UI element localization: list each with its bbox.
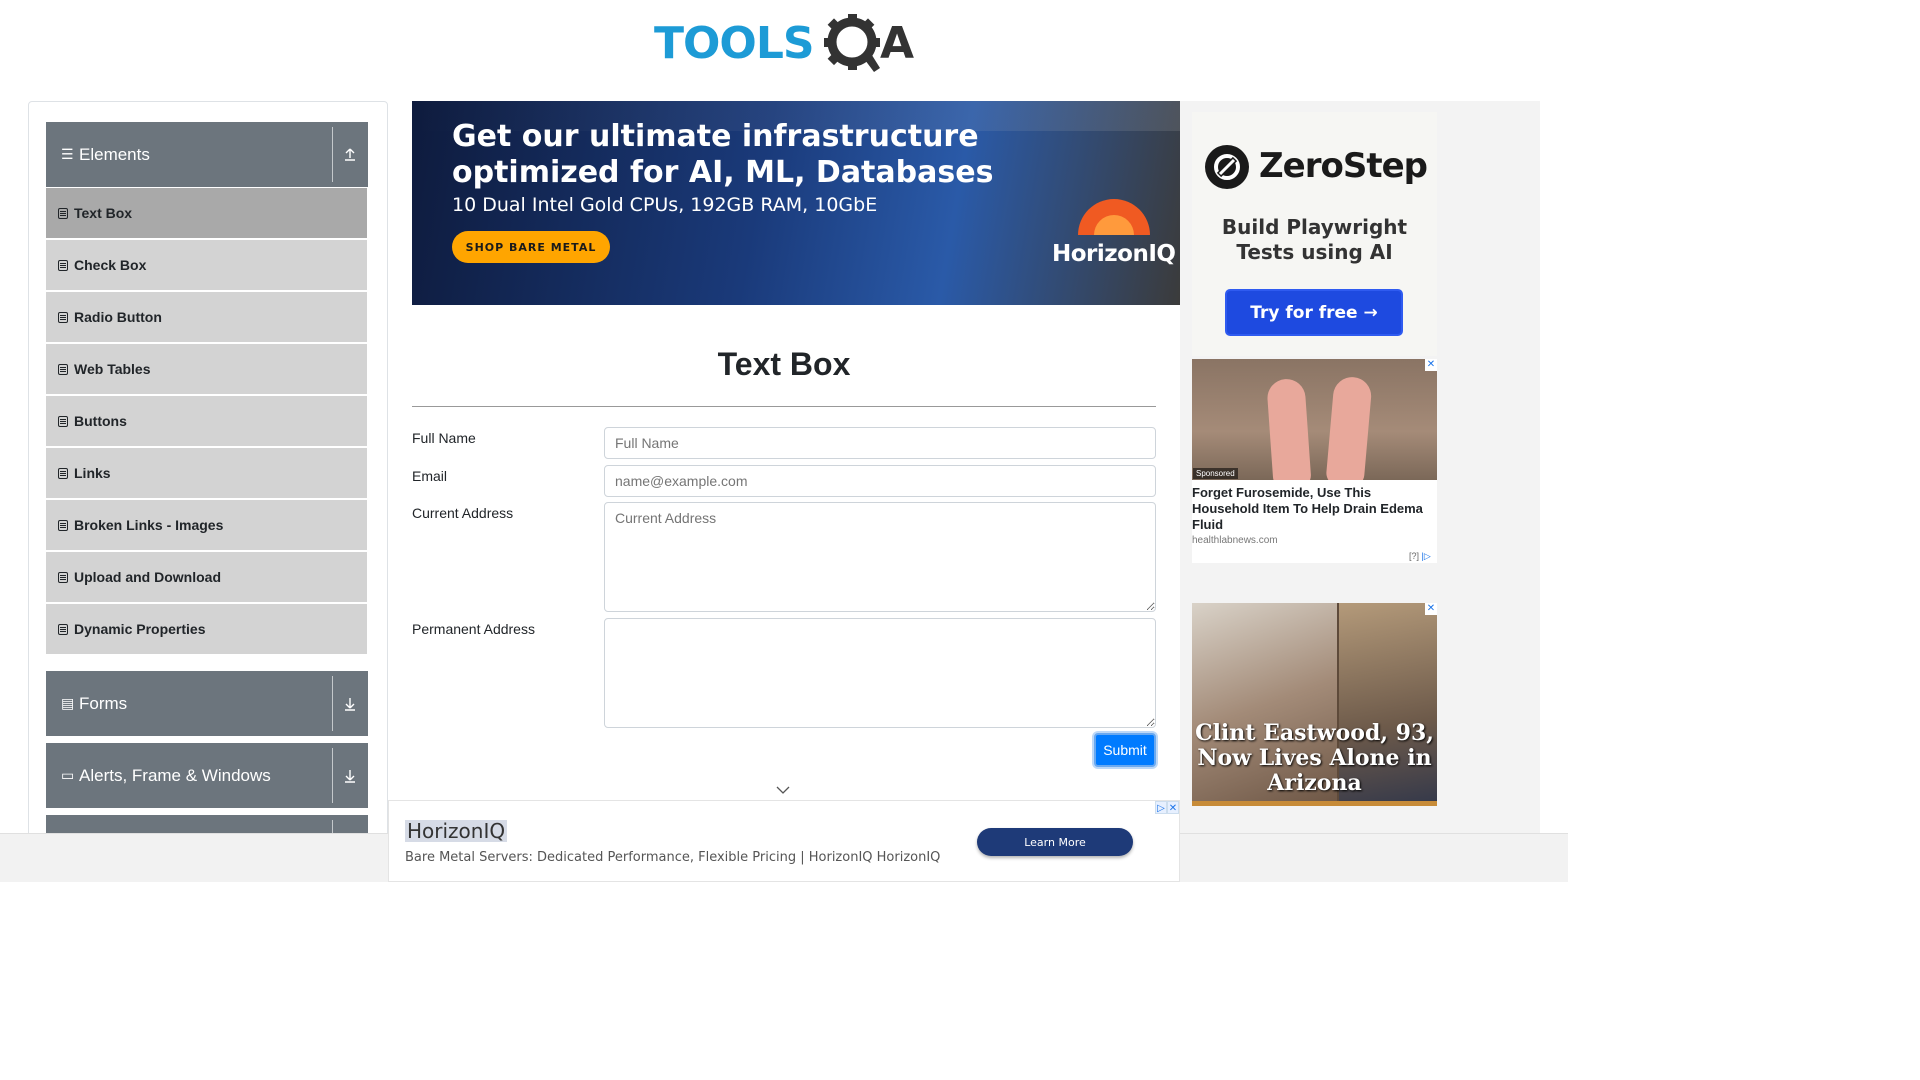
zerostep-brand: ZeroStep — [1259, 146, 1428, 186]
banner-headline: Get our ultimate infrastructure optimize… — [452, 119, 994, 190]
adchoices-icon[interactable]: [?] |▷ — [1409, 551, 1431, 562]
sidebar-item-label: Check Box — [74, 257, 147, 273]
zerostep-logo-icon — [1205, 145, 1249, 189]
page-title: Text Box — [717, 346, 851, 382]
sidebar-item-links[interactable]: Links — [46, 448, 367, 498]
ad-image — [1192, 359, 1437, 480]
permanent-address-textarea[interactable] — [604, 618, 1156, 728]
logo-text-a: A — [880, 18, 915, 69]
ad-info-label: [?] — [1409, 551, 1420, 561]
group-label: Elements — [79, 144, 150, 164]
edema-ad[interactable]: Sponsored ✕ Forget Furosemide, Use This … — [1192, 359, 1437, 563]
sidebar-item-radio-button[interactable]: Radio Button — [46, 292, 367, 342]
group-elements[interactable]: ☰ Elements — [46, 122, 368, 187]
zerostep-tagline: Build Playwright Tests using AI — [1221, 215, 1408, 264]
shop-bare-metal-button[interactable]: SHOP BARE METAL — [452, 231, 610, 263]
sidebar-item-label: Buttons — [74, 413, 127, 429]
eastwood-ad[interactable]: ✕ Clint Eastwood, 93, Now Lives Alone in… — [1192, 603, 1437, 806]
sidebar-item-label: Radio Button — [74, 309, 162, 325]
group-label: Alerts, Frame & Windows — [79, 765, 271, 785]
full-name-label: Full Name — [412, 430, 476, 446]
site-header: TOOLS A — [0, 0, 1568, 90]
email-label: Email — [412, 468, 448, 484]
zerostep-ad[interactable]: ZeroStep Build Playwright Tests using AI… — [1192, 112, 1437, 356]
chevron-down-icon[interactable] — [776, 785, 790, 795]
list-icon — [58, 207, 68, 219]
sidebar-item-label: Links — [74, 465, 111, 481]
sidebar-item-dynamic-properties[interactable]: Dynamic Properties — [46, 604, 367, 654]
sidebar-item-text-box[interactable]: Text Box — [46, 188, 367, 238]
close-icon[interactable]: ✕ — [1425, 359, 1437, 371]
bottom-ad[interactable]: HorizonIQ Bare Metal Servers: Dedicated … — [388, 800, 1180, 882]
expand-icon[interactable] — [342, 695, 358, 711]
sidebar-item-label: Text Box — [74, 205, 133, 221]
list-icon — [58, 259, 68, 271]
group-alerts-frames-windows[interactable]: ▭ Alerts, Frame & Windows — [46, 743, 368, 808]
list-icon — [58, 415, 68, 427]
sidebar: ☰ Elements Text Box Check Box Radio Butt… — [28, 101, 388, 861]
list-icon — [58, 363, 68, 375]
list-icon — [58, 571, 68, 583]
window-icon: ▭ — [61, 767, 75, 783]
banner-brand: HorizonIQ — [1052, 241, 1176, 267]
email-input[interactable] — [604, 465, 1156, 497]
expand-icon[interactable] — [342, 767, 358, 783]
group-forms[interactable]: ▤ Forms — [46, 671, 368, 736]
sidebar-item-check-box[interactable]: Check Box — [46, 240, 367, 290]
full-name-input[interactable] — [604, 427, 1156, 459]
ad-brand: HorizonIQ — [405, 819, 508, 843]
ad-headline: Clint Eastwood, 93, Now Lives Alone in A… — [1195, 720, 1434, 796]
current-address-textarea[interactable] — [604, 502, 1156, 612]
list-icon — [58, 467, 68, 479]
banner-ad[interactable]: Get our ultimate infrastructure optimize… — [412, 101, 1180, 305]
foot-shape — [1325, 375, 1373, 480]
sidebar-item-label: Upload and Download — [74, 569, 221, 585]
sidebar-item-label: Web Tables — [74, 361, 151, 377]
sidebar-item-web-tables[interactable]: Web Tables — [46, 344, 367, 394]
divider — [412, 406, 1156, 407]
sidebar-item-label: Dynamic Properties — [74, 621, 206, 637]
hamburger-icon: ☰ — [61, 146, 74, 162]
adchoices-triangle-icon: ▷ — [1155, 801, 1167, 814]
sidebar-item-broken-links[interactable]: Broken Links - Images — [46, 500, 367, 550]
group-label: Forms — [79, 693, 128, 713]
toolsqa-logo[interactable]: TOOLS A — [654, 12, 918, 74]
try-for-free-button[interactable]: Try for free → — [1225, 289, 1403, 336]
close-icon[interactable]: ✕ — [1167, 801, 1179, 814]
permanent-address-label: Permanent Address — [412, 621, 535, 637]
submit-button[interactable]: Submit — [1094, 733, 1156, 767]
list-icon — [58, 623, 68, 635]
list-icon — [58, 519, 68, 531]
divider — [332, 127, 333, 182]
divider — [332, 676, 333, 731]
close-icon[interactable]: ✕ — [1425, 603, 1437, 615]
horizon-logo-icon — [1078, 199, 1150, 235]
adchoices-icon[interactable]: ▷ ✕ — [1155, 801, 1179, 814]
list-icon — [58, 311, 68, 323]
ad-headline[interactable]: Forget Furosemide, Use This Household It… — [1192, 485, 1432, 533]
logo-text: TOOLS — [654, 18, 815, 69]
banner-subtitle: 10 Dual Intel Gold CPUs, 192GB RAM, 10Gb… — [452, 194, 878, 216]
ad-accent-bar — [1192, 801, 1437, 806]
sidebar-item-buttons[interactable]: Buttons — [46, 396, 367, 446]
divider — [332, 748, 333, 803]
collapse-icon[interactable] — [342, 146, 358, 162]
sidebar-item-upload-download[interactable]: Upload and Download — [46, 552, 367, 602]
current-address-label: Current Address — [412, 505, 514, 521]
ad-source: healthlabnews.com — [1192, 535, 1278, 546]
ad-description: Bare Metal Servers: Dedicated Performanc… — [405, 850, 941, 865]
foot-shape — [1266, 377, 1312, 480]
document-icon: ▤ — [61, 695, 75, 711]
gear-icon — [824, 14, 880, 72]
sidebar-item-label: Broken Links - Images — [74, 517, 224, 533]
learn-more-button[interactable]: Learn More — [977, 828, 1133, 856]
sponsored-badge: Sponsored — [1193, 468, 1238, 479]
